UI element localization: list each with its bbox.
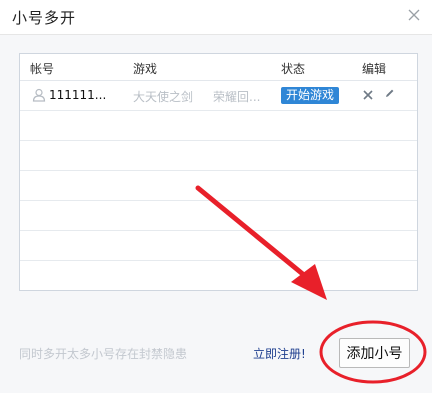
- table-row[interactable]: 111111... 大天使之剑 荣耀回... 开始游戏: [20, 81, 417, 111]
- empty-row: [20, 231, 417, 261]
- account-table: 帐号 游戏 状态 编辑 111111... 大天使之剑 荣耀回... 开始游戏: [19, 53, 418, 291]
- multi-account-dialog: 小号多开 帐号 游戏 状态 编辑 111111... 大天使之剑 荣耀回... …: [0, 0, 432, 393]
- user-icon: [32, 88, 46, 105]
- server-name: 荣耀回...: [213, 90, 261, 104]
- title-bar: 小号多开: [0, 0, 432, 35]
- register-link[interactable]: 立即注册!: [253, 345, 306, 362]
- delete-icon[interactable]: [363, 89, 373, 103]
- column-header-game: 游戏: [133, 62, 158, 76]
- game-name: 大天使之剑: [133, 90, 194, 104]
- edit-pencil-icon[interactable]: [384, 88, 395, 102]
- empty-row: [20, 111, 417, 141]
- ban-risk-hint: 同时多开太多小号存在封禁隐患: [19, 347, 188, 361]
- close-icon[interactable]: [404, 5, 424, 25]
- column-header-edit: 编辑: [362, 62, 387, 76]
- empty-row: [20, 201, 417, 231]
- table-header: 帐号 游戏 状态 编辑: [20, 54, 417, 81]
- add-account-button[interactable]: 添加小号: [339, 338, 410, 368]
- empty-row: [20, 141, 417, 171]
- account-name: 111111...: [49, 88, 107, 102]
- column-header-status: 状态: [281, 62, 306, 76]
- column-header-account: 帐号: [30, 62, 55, 76]
- dialog-title: 小号多开: [12, 9, 77, 27]
- start-game-button[interactable]: 开始游戏: [281, 87, 340, 104]
- empty-row: [20, 171, 417, 201]
